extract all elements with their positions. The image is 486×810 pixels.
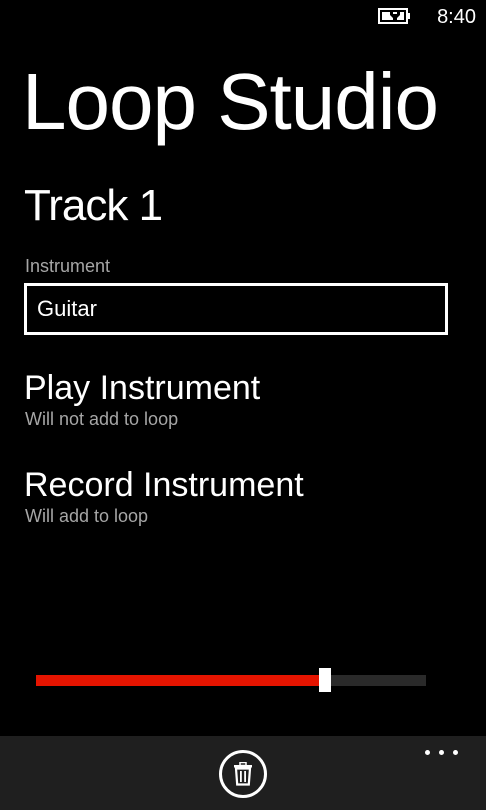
play-instrument-title: Play Instrument [24, 369, 261, 407]
status-bar: 8:40 [0, 0, 486, 34]
record-instrument-item[interactable]: Record Instrument Will add to loop [24, 465, 444, 527]
delete-button[interactable] [219, 750, 267, 798]
ellipsis-icon[interactable] [422, 744, 462, 760]
instrument-label: Instrument [25, 256, 111, 276]
status-clock: 8:40 [437, 6, 476, 28]
play-instrument-item[interactable]: Play Instrument Will not add to loop [24, 368, 444, 430]
app-bar [0, 736, 486, 810]
volume-slider[interactable] [36, 668, 426, 692]
app-title: Loop Studio [22, 57, 439, 146]
slider-thumb[interactable] [318, 668, 331, 692]
battery-charging-icon [378, 8, 410, 24]
record-instrument-title: Record Instrument [24, 466, 304, 504]
page-title: Track 1 [24, 181, 163, 230]
trash-icon [234, 762, 252, 786]
instrument-input[interactable] [24, 283, 448, 335]
record-instrument-subtitle: Will add to loop [25, 506, 149, 526]
slider-fill [36, 675, 325, 686]
play-instrument-subtitle: Will not add to loop [25, 409, 179, 429]
